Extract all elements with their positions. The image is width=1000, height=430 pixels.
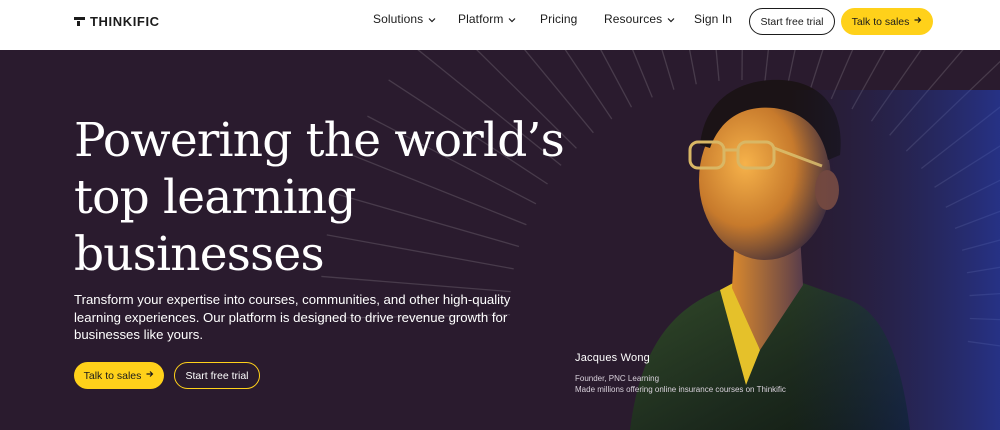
chevron-down-icon <box>508 16 516 23</box>
testimonial-name: Jacques Wong <box>575 352 650 364</box>
chevron-down-icon <box>428 16 436 23</box>
nav-item-label: Pricing <box>540 12 578 26</box>
button-label: Start free trial <box>760 15 824 28</box>
nav-item-sign-in[interactable]: Sign In <box>694 12 732 26</box>
nav-item-resources[interactable]: Resources <box>604 12 675 26</box>
hero-subheadline: Transform your expertise into courses, c… <box>74 292 511 342</box>
start-free-trial-button[interactable]: Start free trial <box>749 8 835 35</box>
arrow-right-icon <box>146 370 154 381</box>
button-label: Talk to sales <box>851 15 910 28</box>
brand-name: THINKIFIC <box>90 14 160 29</box>
nav-item-label: Resources <box>604 12 663 26</box>
button-label: Start free trial <box>185 369 249 382</box>
thinkific-logo-icon <box>74 16 85 27</box>
nav-item-label: Solutions <box>373 12 424 26</box>
arrow-right-icon <box>914 16 922 27</box>
nav-item-platform[interactable]: Platform <box>458 12 516 26</box>
testimonial-role: Founder, PNC Learning <box>575 374 660 383</box>
testimonial-quote: Made millions offering online insurance … <box>575 385 786 394</box>
hero-section: Powering the world’s top learning busine… <box>0 50 1000 430</box>
hero-talk-to-sales-button[interactable]: Talk to sales <box>74 362 164 389</box>
nav-item-pricing[interactable]: Pricing <box>540 12 577 26</box>
hero-start-free-trial-button[interactable]: Start free trial <box>174 362 260 389</box>
chevron-down-icon <box>667 16 675 23</box>
nav-item-label: Sign In <box>694 12 733 26</box>
talk-to-sales-button[interactable]: Talk to sales <box>841 8 933 35</box>
nav-item-label: Platform <box>458 12 504 26</box>
nav-item-solutions[interactable]: Solutions <box>373 12 436 26</box>
hero-headline: Powering the world’s top learning busine… <box>74 113 565 282</box>
top-nav: THINKIFIC Solutions Platform Pricing Res… <box>0 0 1000 50</box>
brand-logo[interactable]: THINKIFIC <box>74 14 160 29</box>
button-label: Talk to sales <box>83 369 142 382</box>
person-portrait <box>630 79 1000 430</box>
